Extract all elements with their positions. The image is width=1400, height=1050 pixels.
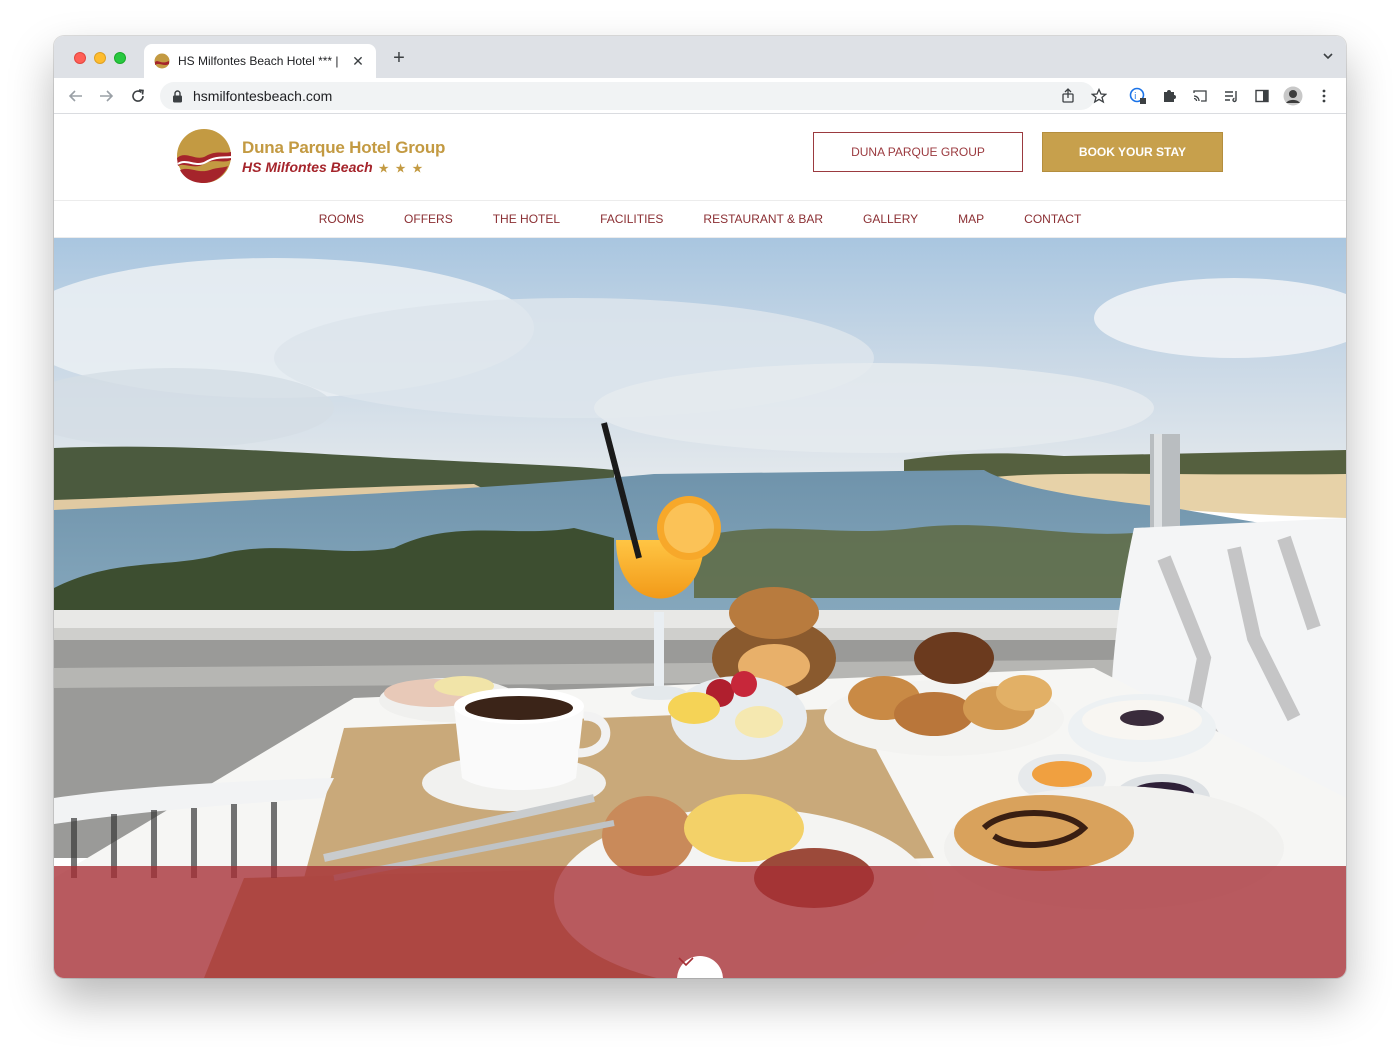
sidepanel-icon[interactable]	[1252, 86, 1272, 106]
main-nav: ROOMS OFFERS THE HOTEL FACILITIES RESTAU…	[54, 200, 1346, 238]
tab-title: HS Milfontes Beach Hotel *** |	[178, 54, 339, 68]
tab-strip: HS Milfontes Beach Hotel *** | ✕ +	[54, 36, 1346, 78]
minimize-window-button[interactable]	[94, 52, 106, 64]
hotel-name-text: HS Milfontes Beach	[242, 159, 373, 175]
hero-banner	[54, 238, 1346, 978]
lock-icon	[173, 89, 182, 102]
cast-icon[interactable]	[1190, 86, 1210, 106]
browser-window: HS Milfontes Beach Hotel *** | ✕ + hsmil…	[54, 36, 1346, 978]
star-bookmark-icon[interactable]	[1089, 86, 1109, 106]
nav-gallery[interactable]: GALLERY	[863, 212, 918, 226]
url-text: hsmilfontesbeach.com	[193, 88, 333, 104]
puzzle-icon[interactable]	[1159, 86, 1179, 106]
brand-group-name: Duna Parque Hotel Group	[242, 138, 446, 157]
tab-close-icon[interactable]: ✕	[350, 53, 366, 70]
brand-hotel-name: HS Milfontes Beach ★ ★ ★	[242, 159, 424, 175]
nav-rooms[interactable]: ROOMS	[319, 212, 364, 226]
nav-map[interactable]: MAP	[958, 212, 984, 226]
nav-offers[interactable]: OFFERS	[404, 212, 453, 226]
address-bar[interactable]: hsmilfontesbeach.com	[160, 82, 1095, 110]
book-your-stay-button[interactable]: BOOK YOUR STAY	[1042, 132, 1223, 172]
duna-parque-group-button[interactable]: DUNA PARQUE GROUP	[813, 132, 1023, 172]
reading-list-icon[interactable]	[1221, 86, 1241, 106]
maximize-window-button[interactable]	[114, 52, 126, 64]
extension-icon[interactable]: i	[1128, 86, 1148, 106]
share-icon[interactable]	[1058, 86, 1078, 106]
chevron-down-icon[interactable]	[1322, 50, 1334, 62]
favicon-icon	[154, 53, 170, 69]
profile-avatar-icon[interactable]	[1283, 86, 1303, 106]
close-window-button[interactable]	[74, 52, 86, 64]
site-header: Duna Parque Hotel Group HS Milfontes Bea…	[54, 114, 1346, 200]
new-tab-button[interactable]: +	[388, 47, 410, 70]
nav-restaurant-bar[interactable]: RESTAURANT & BAR	[703, 212, 823, 226]
nav-the-hotel[interactable]: THE HOTEL	[493, 212, 560, 226]
back-arrow-icon[interactable]	[66, 86, 86, 106]
nav-facilities[interactable]: FACILITIES	[600, 212, 663, 226]
hotel-stars: ★ ★ ★	[378, 163, 425, 175]
browser-tab[interactable]: HS Milfontes Beach Hotel *** | ✕	[144, 44, 376, 78]
hotel-logo[interactable]	[176, 128, 232, 184]
browser-toolbar: hsmilfontesbeach.com i	[54, 78, 1346, 114]
svg-text:i: i	[1134, 92, 1137, 102]
reload-icon[interactable]	[128, 86, 148, 106]
nav-contact[interactable]: CONTACT	[1024, 212, 1081, 226]
menu-dots-icon[interactable]	[1314, 86, 1334, 106]
forward-arrow-icon[interactable]	[96, 86, 116, 106]
chevron-down-icon	[678, 957, 694, 967]
